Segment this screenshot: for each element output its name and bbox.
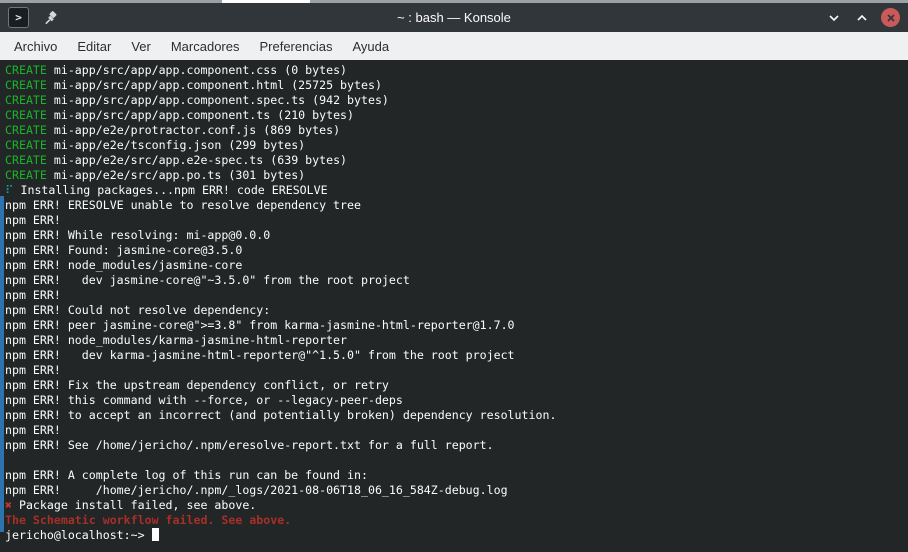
chevron-up-icon xyxy=(855,11,869,25)
terminal-area[interactable]: CREATE mi-app/src/app/app.component.css … xyxy=(0,60,908,552)
chevron-down-icon xyxy=(827,11,841,25)
terminal-line: npm ERR! /home/jericho/.npm/_logs/2021-0… xyxy=(5,483,908,498)
konsole-terminal-icon[interactable]: > xyxy=(8,7,29,28)
close-x-icon xyxy=(886,13,896,23)
terminal-line: npm ERR! Found: jasmine-core@3.5.0 xyxy=(5,243,908,258)
terminal-cursor xyxy=(152,528,159,541)
close-button[interactable] xyxy=(881,8,900,27)
terminal-line: npm ERR! dev jasmine-core@"~3.5.0" from … xyxy=(5,273,908,288)
terminal-line: npm ERR! Fix the upstream dependency con… xyxy=(5,378,908,393)
title-bar[interactable]: > ~ : bash — Konsole xyxy=(0,3,908,32)
terminal-line: npm ERR! to accept an incorrect (and pot… xyxy=(5,408,908,423)
terminal-line: CREATE mi-app/e2e/src/app.po.ts (301 byt… xyxy=(5,168,908,183)
window-title: ~ : bash — Konsole xyxy=(0,10,908,25)
minimize-button[interactable] xyxy=(825,9,843,27)
menu-marcadores[interactable]: Marcadores xyxy=(161,32,250,60)
menu-ayuda[interactable]: Ayuda xyxy=(342,32,399,60)
terminal-line: CREATE mi-app/e2e/protractor.conf.js (86… xyxy=(5,123,908,138)
scrollbar-thumb[interactable] xyxy=(0,196,4,532)
terminal-line: npm ERR! peer jasmine-core@">=3.8" from … xyxy=(5,318,908,333)
terminal-output: CREATE mi-app/src/app/app.component.css … xyxy=(5,63,908,543)
terminal-line: npm ERR! See /home/jericho/.npm/eresolve… xyxy=(5,438,908,453)
terminal-line: CREATE mi-app/e2e/src/app.e2e-spec.ts (6… xyxy=(5,153,908,168)
terminal-line: npm ERR! ERESOLVE unable to resolve depe… xyxy=(5,198,908,213)
terminal-line: CREATE mi-app/src/app/app.component.css … xyxy=(5,63,908,78)
terminal-line: npm ERR! While resolving: mi-app@0.0.0 xyxy=(5,228,908,243)
maximize-button[interactable] xyxy=(853,9,871,27)
terminal-line: CREATE mi-app/src/app/app.component.html… xyxy=(5,78,908,93)
terminal-line: npm ERR! xyxy=(5,288,908,303)
menu-editar[interactable]: Editar xyxy=(67,32,121,60)
terminal-line: npm ERR! xyxy=(5,213,908,228)
konsole-window: > ~ : bash — Konsole xyxy=(0,0,908,552)
terminal-line: The Schematic workflow failed. See above… xyxy=(5,513,908,528)
terminal-line: CREATE mi-app/src/app/app.component.ts (… xyxy=(5,108,908,123)
terminal-line: npm ERR! A complete log of this run can … xyxy=(5,468,908,483)
menu-preferencias[interactable]: Preferencias xyxy=(249,32,342,60)
terminal-line: npm ERR! node_modules/karma-jasmine-html… xyxy=(5,333,908,348)
menu-ver[interactable]: Ver xyxy=(121,32,161,60)
terminal-line: CREATE mi-app/src/app/app.component.spec… xyxy=(5,93,908,108)
menu-bar: ArchivoEditarVerMarcadoresPreferenciasAy… xyxy=(0,32,908,60)
terminal-line: npm ERR! Could not resolve dependency: xyxy=(5,303,908,318)
terminal-line: ⠏ Installing packages...npm ERR! code ER… xyxy=(5,183,908,198)
terminal-line: ✖ Package install failed, see above. xyxy=(5,498,908,513)
terminal-line: jericho@localhost:~> xyxy=(5,528,908,543)
terminal-line xyxy=(5,453,908,468)
terminal-line: npm ERR! xyxy=(5,363,908,378)
terminal-line: npm ERR! dev karma-jasmine-html-reporter… xyxy=(5,348,908,363)
terminal-line: npm ERR! this command with --force, or -… xyxy=(5,393,908,408)
terminal-line: npm ERR! node_modules/jasmine-core xyxy=(5,258,908,273)
terminal-line: npm ERR! xyxy=(5,423,908,438)
menu-archivo[interactable]: Archivo xyxy=(4,32,67,60)
pushpin-icon xyxy=(43,10,59,26)
terminal-line: CREATE mi-app/e2e/tsconfig.json (299 byt… xyxy=(5,138,908,153)
